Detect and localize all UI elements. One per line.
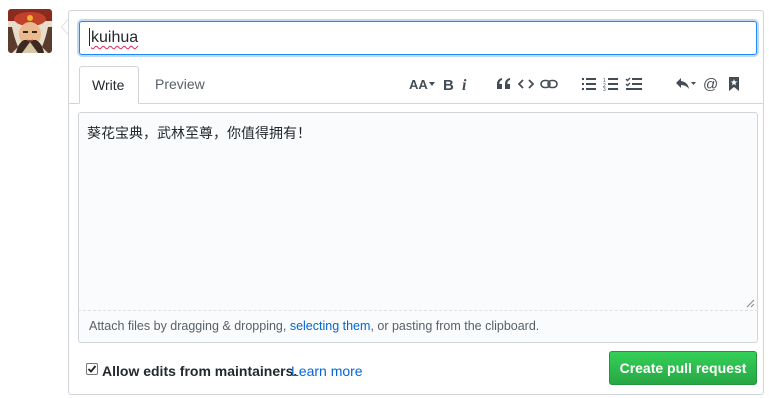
bookmark-icon[interactable]	[727, 75, 741, 93]
tab-preview[interactable]: Preview	[143, 66, 217, 103]
text-size-icon[interactable]: AA	[409, 75, 437, 93]
avatar-image	[8, 9, 52, 53]
mention-icon[interactable]: @	[703, 75, 719, 93]
bold-icon[interactable]: B	[441, 75, 455, 93]
title-input[interactable]: kuihua	[79, 21, 757, 55]
quote-icon[interactable]	[496, 75, 512, 93]
attach-text-after: , or pasting from the clipboard.	[370, 319, 540, 333]
avatar[interactable]	[8, 9, 52, 53]
allow-edits-checkbox[interactable]	[86, 363, 98, 375]
bullet-list-icon[interactable]	[581, 75, 597, 93]
title-input-value: kuihua	[91, 29, 139, 46]
tab-write[interactable]: Write	[79, 66, 139, 104]
task-list-icon[interactable]	[625, 75, 643, 93]
numbered-list-icon[interactable]: 123	[603, 75, 619, 93]
attach-text-before: Attach files by dragging & dropping,	[89, 319, 290, 333]
pull-request-form: kuihua Write Preview AA B i 1 2 3 @ 葵花宝典…	[68, 10, 764, 395]
link-icon[interactable]	[540, 75, 558, 93]
svg-text:@: @	[703, 76, 718, 92]
reply-icon[interactable]	[675, 75, 697, 93]
italic-icon[interactable]: i	[459, 75, 471, 93]
attach-files-bar[interactable]: Attach files by dragging & dropping, sel…	[78, 311, 758, 343]
text-caret	[89, 27, 90, 46]
learn-more-link[interactable]: Learn more	[291, 363, 363, 379]
editor-tabs: Write Preview AA B i 1 2 3 @	[69, 66, 763, 104]
form-actions: Allow edits from maintainers. Learn more…	[69, 351, 763, 391]
select-files-link[interactable]: selecting them	[290, 319, 371, 333]
svg-text:3: 3	[603, 87, 606, 91]
allow-edits-label[interactable]: Allow edits from maintainers.	[102, 363, 297, 379]
svg-text:B: B	[443, 77, 454, 92]
svg-text:AA: AA	[409, 77, 428, 92]
create-pull-request-button[interactable]: Create pull request	[609, 351, 757, 385]
code-icon[interactable]	[518, 75, 534, 93]
comment-body-text: 葵花宝典，武林至尊，你值得拥有！	[87, 125, 311, 141]
checkmark-icon	[87, 365, 97, 373]
comment-body-textarea[interactable]: 葵花宝典，武林至尊，你值得拥有！	[78, 112, 758, 311]
resize-handle-icon[interactable]	[745, 298, 755, 308]
svg-text:i: i	[462, 77, 467, 92]
comment-pointer-inner	[62, 20, 68, 34]
